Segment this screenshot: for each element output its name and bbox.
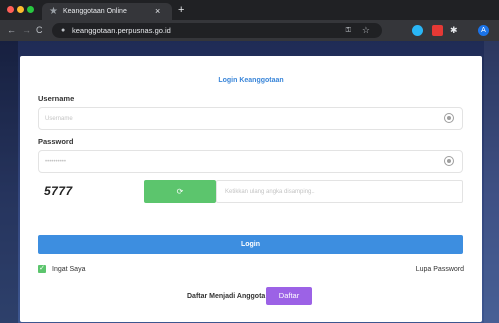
username-label: Username [38,94,75,103]
puzzle-extension-icon[interactable]: ✱ [450,24,458,36]
window-minimize-button[interactable] [17,6,24,13]
blue-circle-extension-icon[interactable] [412,25,423,36]
captcha-refresh-button[interactable]: ⟳ [144,180,216,203]
url-text[interactable]: keanggotaan.perpusnas.go.id [72,25,171,36]
password-status-icon [444,156,454,166]
username-input[interactable]: Username [38,107,463,130]
window-maximize-button[interactable] [27,6,34,13]
background-shade-left [0,41,18,323]
bookmark-star-icon[interactable]: ☆ [362,24,370,36]
forgot-password-link[interactable]: Lupa Password [416,265,464,274]
password-label: Password [38,137,74,146]
back-icon[interactable]: ← [7,24,16,36]
forward-icon[interactable]: → [22,24,31,36]
favicon-icon: ★ [49,6,58,17]
captcha-placeholder: Ketikkan ulang angka disamping.. [225,189,315,195]
browser-tab-bar: ★ Keanggotaan Online × + [0,0,499,20]
red-extension-icon[interactable] [432,25,443,36]
page-title: Login Keanggotaan [218,77,284,84]
browser-toolbar: ← → C ● keanggotaan.perpusnas.go.id ⚿ ☆ … [0,20,499,41]
username-status-icon [444,113,454,123]
new-tab-button[interactable]: + [178,3,184,17]
tab-close-icon[interactable]: × [155,5,160,18]
password-input[interactable]: •••••••••• [38,150,463,173]
reload-icon[interactable]: C [36,24,43,36]
background-shade-right [484,41,499,323]
login-button[interactable]: Login [38,235,463,254]
refresh-icon: ⟳ [176,187,184,196]
remember-me-label[interactable]: Ingat Saya [52,265,85,274]
address-bar[interactable]: ● keanggotaan.perpusnas.go.id ⚿ ☆ [52,23,382,38]
password-value: •••••••••• [45,159,67,165]
register-button[interactable]: Daftar [266,287,312,305]
captcha-code: 5777 [44,184,73,198]
username-placeholder: Username [45,116,73,122]
tab-title: Keanggotaan Online [63,8,127,15]
profile-avatar[interactable]: A [478,25,489,36]
browser-tab[interactable]: ★ Keanggotaan Online × [42,3,172,20]
register-prompt: Daftar Menjadi Anggota [187,293,266,300]
key-icon[interactable]: ⚿ [346,25,351,36]
lock-icon: ● [61,27,66,34]
window-close-button[interactable] [7,6,14,13]
login-card: Login Keanggotaan Username Username Pass… [20,56,482,322]
captcha-input[interactable]: Ketikkan ulang angka disamping.. [216,180,463,203]
remember-me-checkbox[interactable]: ✓ [38,265,46,273]
